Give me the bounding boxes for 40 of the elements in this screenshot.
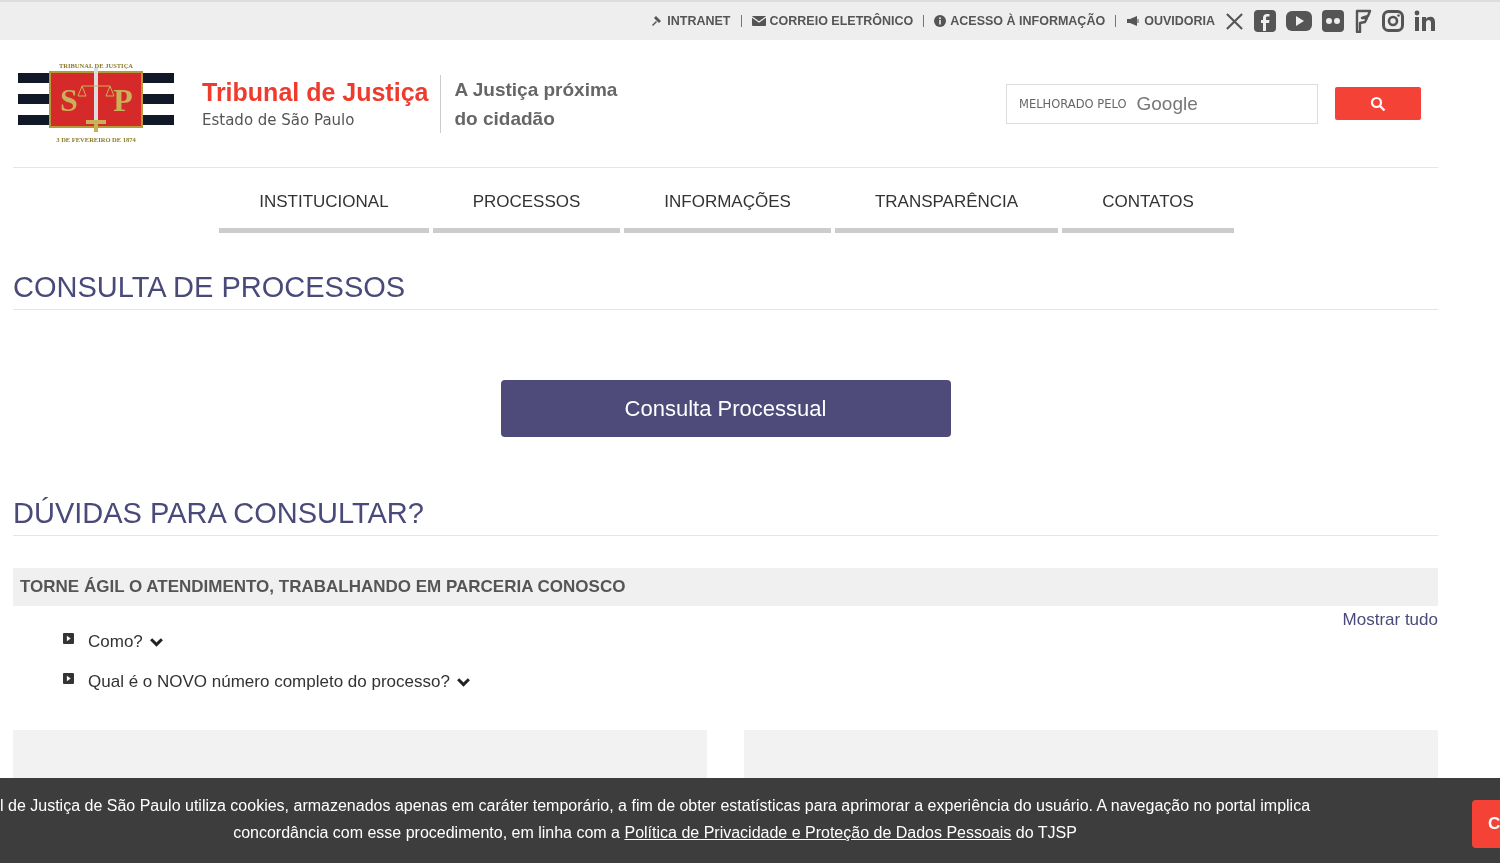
facebook-icon[interactable] — [1254, 10, 1276, 32]
chevron-icon — [455, 676, 471, 688]
section-heading: DÚVIDAS PARA CONSULTAR? — [13, 497, 1438, 536]
site-title[interactable]: Tribunal de Justiça — [202, 78, 429, 107]
nav-tab[interactable]: INFORMAÇÕES — [624, 180, 831, 233]
nav-tab[interactable]: CONTATOS — [1062, 180, 1234, 233]
site-subtitle: Estado de São Paulo — [202, 111, 356, 129]
top-link[interactable]: OUVIDORIA — [1126, 14, 1215, 28]
cookie-notice: l de Justiça de São Paulo utiliza cookies, armazenados apenas em caráter temporário, a fim de obter estatísticas para aprimorar a experiência do usuário. A navegação no portal implica concordância com esse procedimento, em linha com a Política de Privacidade e Proteção de Dados Pessoais do TJSP — [0, 796, 1311, 843]
youtube-icon[interactable] — [1286, 11, 1312, 31]
linkedin-icon[interactable] — [1414, 10, 1436, 32]
caret-square-icon — [63, 633, 74, 644]
nav-tab[interactable]: INSTITUCIONAL — [219, 180, 429, 233]
megaphone-icon — [1126, 15, 1141, 27]
show-all-link[interactable]: Mostrar tudo — [1342, 610, 1438, 629]
chevron-icon — [148, 636, 164, 648]
flag-icon[interactable] — [1354, 9, 1372, 33]
nav-tab[interactable]: TRANSPARÊNCIA — [834, 180, 1059, 233]
flickr-icon[interactable] — [1322, 10, 1344, 32]
search-button[interactable] — [1335, 87, 1421, 120]
search-field[interactable]: MELHORADO PELO Google — [1006, 83, 1318, 124]
hammer-icon — [651, 15, 664, 27]
accordion-item[interactable]: Como? — [63, 632, 164, 652]
top-link[interactable]: ACESSO À INFORMAÇÃO — [934, 14, 1106, 28]
nav-tab[interactable]: PROCESSOS — [432, 180, 621, 233]
slogan: A Justiça próxima do cidadão — [454, 77, 618, 131]
top-link[interactable]: INTRANET — [651, 14, 731, 28]
envelope-icon — [751, 16, 766, 26]
consult-button[interactable]: Consulta Processual — [500, 380, 951, 437]
info-icon — [934, 15, 947, 27]
instagram-icon[interactable] — [1382, 10, 1404, 32]
search-icon — [1370, 95, 1386, 112]
section-heading: CONSULTA DE PROCESSOS — [13, 271, 1438, 310]
top-link[interactable]: CORREIO ELETRÔNICO — [751, 14, 914, 28]
panel-header: TORNE ÁGIL O ATENDIMENTO, TRABALHANDO EM PARCERIA CONOSCO — [13, 568, 1438, 606]
accordion-item[interactable]: Qual é o NOVO número completo do processo? — [63, 672, 471, 692]
x-logo-icon[interactable] — [1225, 11, 1244, 31]
accept-button[interactable]: C — [1472, 800, 1500, 848]
caret-square-icon — [63, 673, 74, 684]
privacy-policy-link[interactable]: Política de Privacidade e Proteção de Dados Pessoais — [624, 824, 1012, 841]
